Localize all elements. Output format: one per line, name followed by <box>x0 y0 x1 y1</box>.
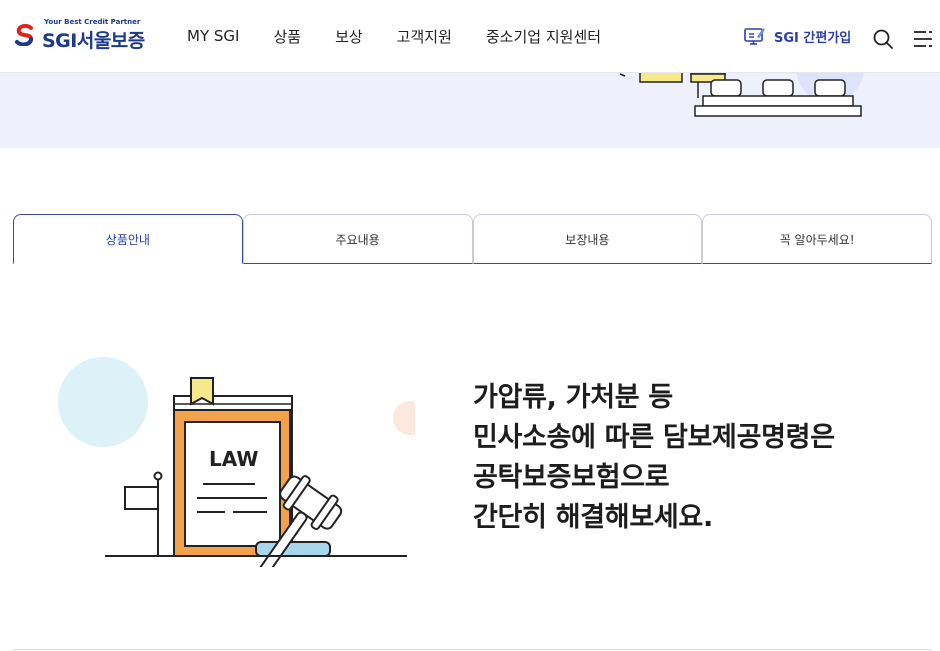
quick-join-label: SGI 간편가입 <box>774 30 852 46</box>
law-label: LAW <box>209 447 258 471</box>
nav-item-sme-center[interactable]: 중소기업 지원센터 <box>486 26 601 47</box>
nav-item-my-sgi[interactable]: MY SGI <box>187 27 239 45</box>
product-tabs: 상품안내 주요내용 보장내용 꼭 알아두세요! <box>13 214 932 266</box>
tab-coverage[interactable]: 보장내용 <box>472 214 703 264</box>
search-icon[interactable] <box>872 28 894 50</box>
product-headline: 가압류, 가처분 등 민사소송에 따른 담보제공명령은 공탁보증보험으로 간단히… <box>473 378 835 538</box>
headline-line: 민사소송에 따른 담보제공명령은 <box>473 422 835 453</box>
sgi-logo[interactable]: Your Best Credit Partner SGI서울보증 <box>14 18 154 52</box>
monitor-pen-icon <box>744 28 765 45</box>
tab-product-info[interactable]: 상품안내 <box>13 214 243 264</box>
banner-illustration <box>619 72 864 117</box>
logo-text: SGI서울보증 <box>42 30 145 52</box>
tab-main-content[interactable]: 주요내용 <box>242 214 473 264</box>
headline-line: 공탁보증보험으로 <box>473 462 670 493</box>
quick-join-button[interactable]: SGI 간편가입 <box>744 26 851 46</box>
menu-icon[interactable] <box>912 28 934 50</box>
section-divider <box>13 649 932 650</box>
hero-banner <box>0 72 940 148</box>
logo-tagline: Your Best Credit Partner <box>44 18 141 26</box>
nav-item-claims[interactable]: 보상 <box>335 26 363 47</box>
nav-item-products[interactable]: 상품 <box>273 26 301 47</box>
main-nav: MY SGI 상품 보상 고객지원 중소기업 지원센터 <box>187 0 635 72</box>
nav-item-customer-support[interactable]: 고객지원 <box>397 26 452 47</box>
tab-notice[interactable]: 꼭 알아두세요! <box>702 214 932 264</box>
site-header: Your Best Credit Partner SGI서울보증 MY SGI … <box>0 0 940 73</box>
sgi-logo-mark-icon <box>15 24 34 46</box>
headline-line: 가압류, 가처분 등 <box>473 382 673 413</box>
headline-line: 간단히 해결해보세요. <box>473 502 713 533</box>
law-book-gavel-illustration: LAW <box>58 357 415 567</box>
